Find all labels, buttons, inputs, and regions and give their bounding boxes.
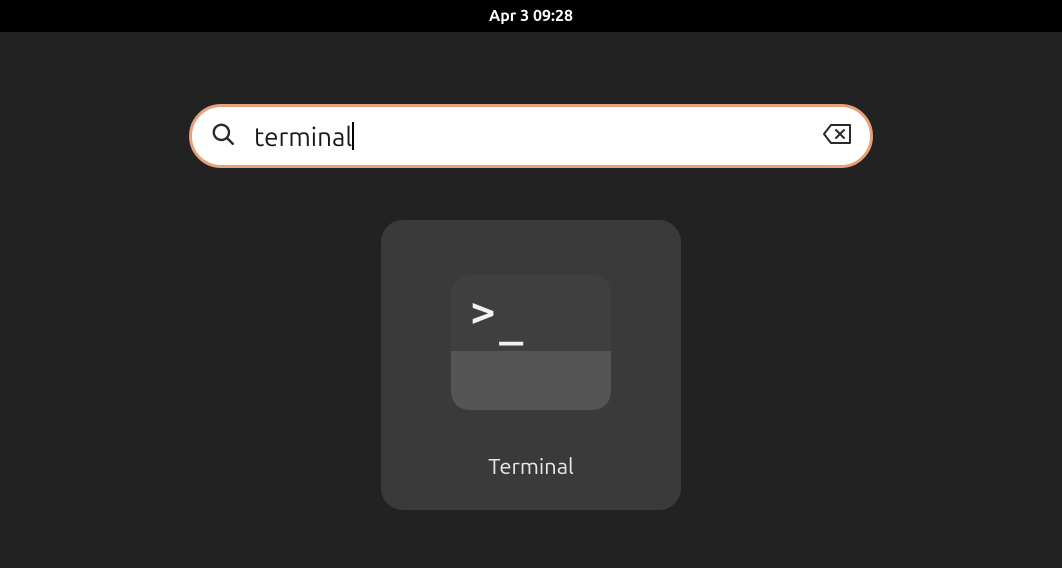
- text-cursor: [352, 122, 354, 150]
- terminal-icon-base: [451, 351, 611, 410]
- app-tile-terminal[interactable]: > _ Terminal: [381, 220, 681, 510]
- search-field[interactable]: terminal: [189, 104, 873, 168]
- search-input-text: terminal: [254, 122, 352, 151]
- activities-overview: terminal > _ Terminal: [0, 32, 1062, 510]
- app-label: Terminal: [488, 454, 574, 479]
- terminal-cursor-glyph: _: [499, 303, 523, 343]
- backspace-icon[interactable]: [822, 123, 852, 149]
- terminal-prompt-glyph: >: [471, 293, 495, 333]
- terminal-icon: > _: [451, 275, 611, 410]
- clock-datetime[interactable]: Apr 3 09:28: [489, 7, 573, 25]
- search-input[interactable]: terminal: [236, 122, 822, 151]
- terminal-icon-screen: > _: [451, 275, 611, 351]
- search-results: > _ Terminal: [381, 220, 681, 510]
- search-icon: [210, 121, 236, 151]
- top-bar: Apr 3 09:28: [0, 0, 1062, 32]
